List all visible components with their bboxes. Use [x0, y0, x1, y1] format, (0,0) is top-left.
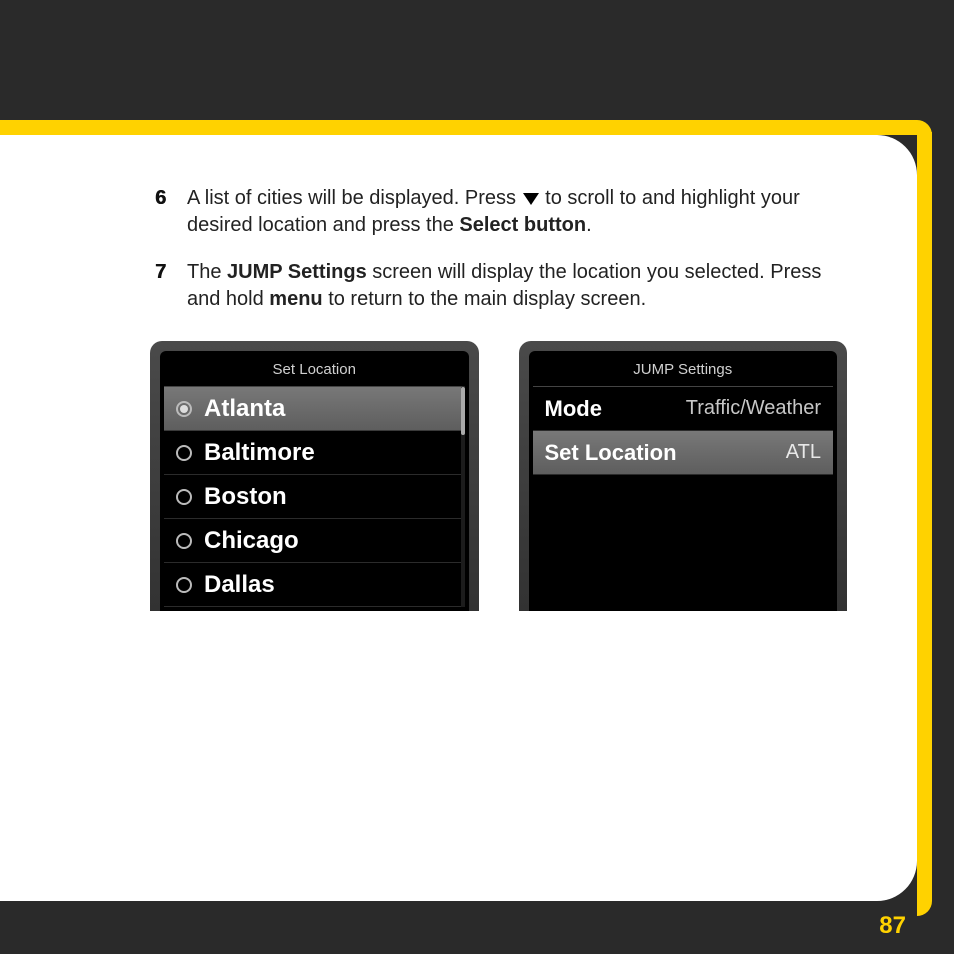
down-arrow-icon: [523, 193, 539, 205]
settings-value: ATL: [786, 441, 821, 464]
page-background: 6 A list of cities will be displayed. Pr…: [0, 0, 954, 954]
step-text-tail: to return to the main display screen.: [323, 288, 647, 310]
settings-row-set-location[interactable]: Set Location ATL: [533, 431, 834, 475]
page-number: 87: [879, 912, 906, 940]
device-set-location: Set Location Atlanta Baltimore: [150, 341, 479, 611]
page-accent-side: [917, 132, 932, 916]
instruction-step: 7 The JUMP Settings screen will display …: [155, 259, 847, 313]
device-screen: Set Location Atlanta Baltimore: [160, 351, 469, 611]
step-text: The JUMP Settings screen will display th…: [187, 259, 847, 313]
step-bold: Select button: [459, 214, 586, 236]
radio-unselected-icon: [176, 445, 192, 461]
city-label: Boston: [204, 483, 287, 511]
step-text-pre: A list of cities will be displayed. Pres…: [187, 187, 522, 209]
step-text: A list of cities will be displayed. Pres…: [187, 185, 847, 239]
city-list-item[interactable]: Boston: [164, 475, 461, 519]
screen-title: Set Location: [164, 355, 465, 386]
instruction-list: 6 A list of cities will be displayed. Pr…: [155, 185, 847, 313]
radio-unselected-icon: [176, 577, 192, 593]
settings-label: Mode: [545, 396, 602, 422]
step-text-tail: .: [586, 214, 592, 236]
screen-title: JUMP Settings: [533, 355, 834, 386]
city-list-item[interactable]: Dallas: [164, 563, 461, 607]
scrollbar-thumb[interactable]: [461, 387, 465, 435]
city-list: Atlanta Baltimore Boston Chicago: [164, 386, 465, 607]
settings-row-mode[interactable]: Mode Traffic/Weather: [533, 387, 834, 431]
device-jump-settings: JUMP Settings Mode Traffic/Weather Set L…: [519, 341, 848, 611]
device-screen: JUMP Settings Mode Traffic/Weather Set L…: [529, 351, 838, 611]
city-list-item[interactable]: Baltimore: [164, 431, 461, 475]
settings-label: Set Location: [545, 440, 677, 466]
step-number: 7: [155, 259, 187, 313]
radio-unselected-icon: [176, 489, 192, 505]
settings-list: Mode Traffic/Weather Set Location ATL: [533, 386, 834, 475]
step-bold: JUMP Settings: [227, 261, 367, 283]
page-accent-top: [0, 120, 932, 135]
city-list-item[interactable]: Atlanta: [164, 387, 461, 431]
city-label: Baltimore: [204, 439, 315, 467]
step-text-pre: The: [187, 261, 227, 283]
device-screens-row: Set Location Atlanta Baltimore: [150, 341, 847, 611]
radio-selected-icon: [176, 401, 192, 417]
city-label: Dallas: [204, 571, 275, 599]
radio-unselected-icon: [176, 533, 192, 549]
page-content: 6 A list of cities will be displayed. Pr…: [0, 135, 917, 901]
settings-value: Traffic/Weather: [686, 397, 821, 420]
instruction-step: 6 A list of cities will be displayed. Pr…: [155, 185, 847, 239]
step-number: 6: [155, 185, 187, 239]
city-label: Atlanta: [204, 395, 285, 423]
city-label: Chicago: [204, 527, 299, 555]
city-list-item[interactable]: Chicago: [164, 519, 461, 563]
step-bold: menu: [269, 288, 322, 310]
